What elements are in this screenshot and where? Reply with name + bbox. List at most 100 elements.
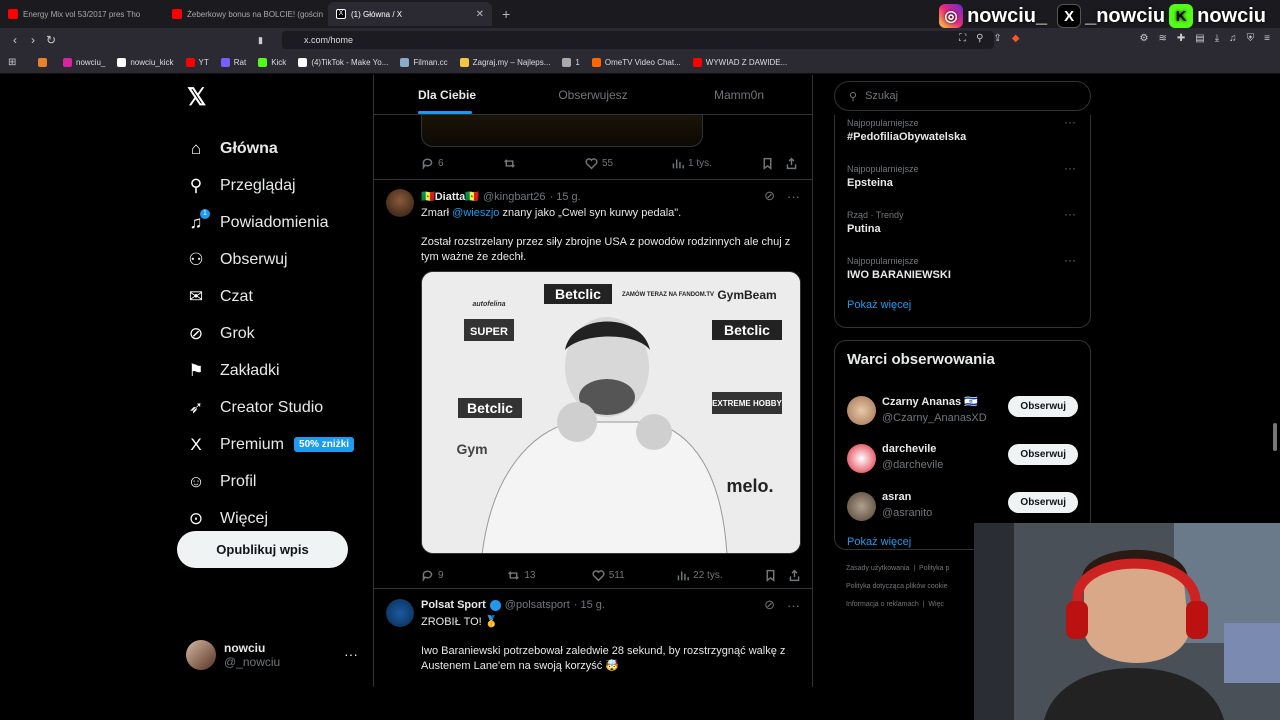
footer-link[interactable]: Polityka p — [919, 565, 949, 572]
tab-for-you[interactable]: Dla Ciebie — [374, 75, 520, 114]
bookmark-button[interactable] — [761, 157, 785, 170]
trend-item[interactable]: Rząd · Trendy Putina ··· — [847, 207, 1078, 253]
forward-icon[interactable]: › — [24, 33, 42, 47]
repost-button[interactable] — [503, 157, 585, 170]
brave-shield-icon[interactable]: ◆ — [1012, 33, 1020, 44]
nav-bookmarks[interactable]: ⚑ Zakładki — [186, 352, 366, 389]
account-switcher[interactable]: nowciu @_nowciu ··· — [186, 640, 361, 670]
puzzle-icon[interactable]: ✚ — [1177, 33, 1185, 44]
search-input[interactable]: ⚲ Szukaj — [834, 81, 1091, 111]
tweet-author-handle[interactable]: @kingbart26 — [483, 191, 546, 203]
tab-following[interactable]: Obserwujesz — [520, 75, 666, 114]
tweet-author-name[interactable]: 🇸🇳Diatta🇸🇳 — [421, 190, 479, 203]
more-options-icon[interactable]: ··· — [1064, 115, 1076, 129]
wifi-icon[interactable]: ≋ — [1159, 33, 1167, 44]
bookmark-item[interactable]: Kick — [258, 58, 286, 67]
avatar[interactable] — [386, 189, 414, 217]
more-options-icon[interactable]: ··· — [344, 646, 358, 662]
bookmark-item[interactable]: OmeTV Video Chat... — [591, 58, 681, 67]
more-options-icon[interactable]: ··· — [1064, 161, 1076, 175]
views-button[interactable]: 1 tys. — [671, 157, 761, 170]
follow-suggestion[interactable]: Czarny Ananas 🇮🇱 @Czarny_AnanasXD Obserwu… — [847, 386, 1078, 434]
trend-item[interactable]: Najpopularniejsze #PedofiliaObywatelska ··… — [847, 115, 1078, 161]
screenshot-icon[interactable]: ⛶ — [959, 33, 966, 44]
footer-link[interactable]: Informacja o reklamach — [846, 601, 919, 608]
nav-creator-studio[interactable]: ➶ Creator Studio — [186, 389, 366, 426]
grok-icon[interactable]: ⊘ — [764, 597, 775, 613]
follow-button[interactable]: Obserwuj — [1008, 396, 1078, 417]
nav-follow[interactable]: ⚇ Obserwuj — [186, 241, 366, 278]
post-button[interactable]: Opublikuj wpis — [177, 531, 348, 568]
follow-button[interactable]: Obserwuj — [1008, 444, 1078, 465]
nav-grok[interactable]: ⊘ Grok — [186, 315, 366, 352]
share-icon[interactable]: ⇪ — [993, 33, 1001, 44]
bookmark-item[interactable]: nowciu_ — [63, 58, 105, 67]
share-button[interactable] — [788, 569, 801, 582]
bookmark-item[interactable]: WYWIAD Z DAWIDE... — [692, 58, 787, 67]
footer-link[interactable]: Zasady użytkowania — [846, 565, 909, 572]
avatar[interactable] — [386, 599, 414, 627]
scrollbar[interactable] — [1273, 423, 1277, 451]
mention-link[interactable]: @wieszjo — [452, 207, 499, 219]
views-button[interactable]: 22 tys. — [676, 569, 764, 582]
bookmark-item[interactable]: Filman.cc — [400, 58, 448, 67]
bookmark-item[interactable]: (4)TikTok - Make Yo... — [298, 58, 388, 67]
back-icon[interactable]: ‹ — [6, 33, 24, 47]
previous-tweet-media[interactable] — [421, 115, 703, 147]
reply-button[interactable]: 6 — [421, 157, 503, 170]
browser-tab-active[interactable]: X (1) Główna / X ✕ — [328, 2, 492, 26]
url-field[interactable]: x.com/home — [282, 31, 994, 49]
zoom-icon[interactable]: ⚲ — [976, 33, 983, 44]
tweet-author-name[interactable]: Polsat Sport — [421, 599, 486, 611]
reload-icon[interactable]: ↻ — [42, 33, 60, 47]
menu-icon[interactable]: ≡ — [1264, 33, 1270, 44]
like-button[interactable]: 55 — [585, 157, 671, 170]
music-icon[interactable]: ♫ — [1229, 33, 1237, 44]
more-options-icon[interactable]: ··· — [1064, 253, 1076, 267]
bookmark-item[interactable]: YT — [185, 58, 209, 67]
tweet-time[interactable]: · 15 g. — [574, 599, 605, 611]
grok-icon[interactable]: ⊘ — [764, 188, 775, 204]
extension-icon[interactable]: ⚙ — [1140, 33, 1149, 44]
bookmark-item[interactable] — [38, 58, 51, 67]
tab-mammon[interactable]: Mamm0n — [666, 75, 812, 114]
apps-icon[interactable]: ⊞ — [8, 57, 16, 68]
nav-chat[interactable]: ✉ Czat — [186, 278, 366, 315]
more-options-icon[interactable]: ··· — [787, 598, 800, 613]
nav-profile[interactable]: ☺ Profil — [186, 463, 366, 500]
nav-notifications[interactable]: ♫ 1 Powiadomienia — [186, 204, 366, 241]
tweet-photo[interactable]: Betclic GymBeam SUPER Betclic EXTREME HO… — [421, 271, 801, 554]
follow-suggestion[interactable]: darchevile @darchevile Obserwuj — [847, 434, 1078, 482]
reply-button[interactable]: 9 — [421, 569, 507, 582]
new-tab-button[interactable]: + — [502, 6, 510, 22]
bookmark-item[interactable]: Rat — [220, 58, 246, 67]
download-icon[interactable]: ⤓ — [1215, 33, 1219, 44]
bookmark-button[interactable] — [764, 569, 788, 582]
nav-premium[interactable]: X Premium 50% zniżki — [186, 426, 366, 463]
follow-button[interactable]: Obserwuj — [1008, 492, 1078, 513]
tweet-time[interactable]: · 15 g. — [550, 191, 581, 203]
repost-button[interactable]: 13 — [507, 569, 591, 582]
like-button[interactable]: 511 — [592, 569, 676, 582]
trend-item[interactable]: Najpopularniejsze Epsteina ··· — [847, 161, 1078, 207]
close-tab-icon[interactable]: ✕ — [476, 9, 484, 20]
footer-link[interactable]: Więc — [928, 601, 944, 608]
footer-link[interactable]: Polityka dotycząca plików cookie — [846, 583, 948, 590]
vpn-icon[interactable]: ⛨ — [1247, 33, 1255, 44]
more-options-icon[interactable]: ··· — [787, 189, 800, 204]
trend-item[interactable]: Najpopularniejsze IWO BARANIEWSKI ··· — [847, 253, 1078, 299]
x-logo-icon[interactable]: 𝕏 — [186, 83, 366, 112]
browser-tab[interactable]: Energy Mix vol 53/2017 pres Tho — [0, 2, 164, 26]
bookmark-item[interactable]: 1 — [562, 58, 580, 67]
nav-home[interactable]: ⌂ Główna — [186, 130, 366, 167]
bookmark-item[interactable]: nowciu_kick — [117, 58, 174, 67]
sidebar-icon[interactable]: ▤ — [1195, 33, 1204, 44]
show-more-link[interactable]: Pokaż więcej — [847, 299, 1078, 311]
share-button[interactable] — [785, 157, 798, 170]
bookmark-page-icon[interactable]: ▮ — [258, 35, 263, 46]
tweet-author-handle[interactable]: @polsatsport — [505, 599, 570, 611]
browser-tab[interactable]: Żeberkowy bonus na BOLCIE! (gościn — [164, 2, 328, 26]
bookmark-item[interactable]: Zagraj.my – Najleps... — [459, 58, 550, 67]
more-options-icon[interactable]: ··· — [1064, 207, 1076, 221]
nav-explore[interactable]: ⚲ Przeglądaj — [186, 167, 366, 204]
